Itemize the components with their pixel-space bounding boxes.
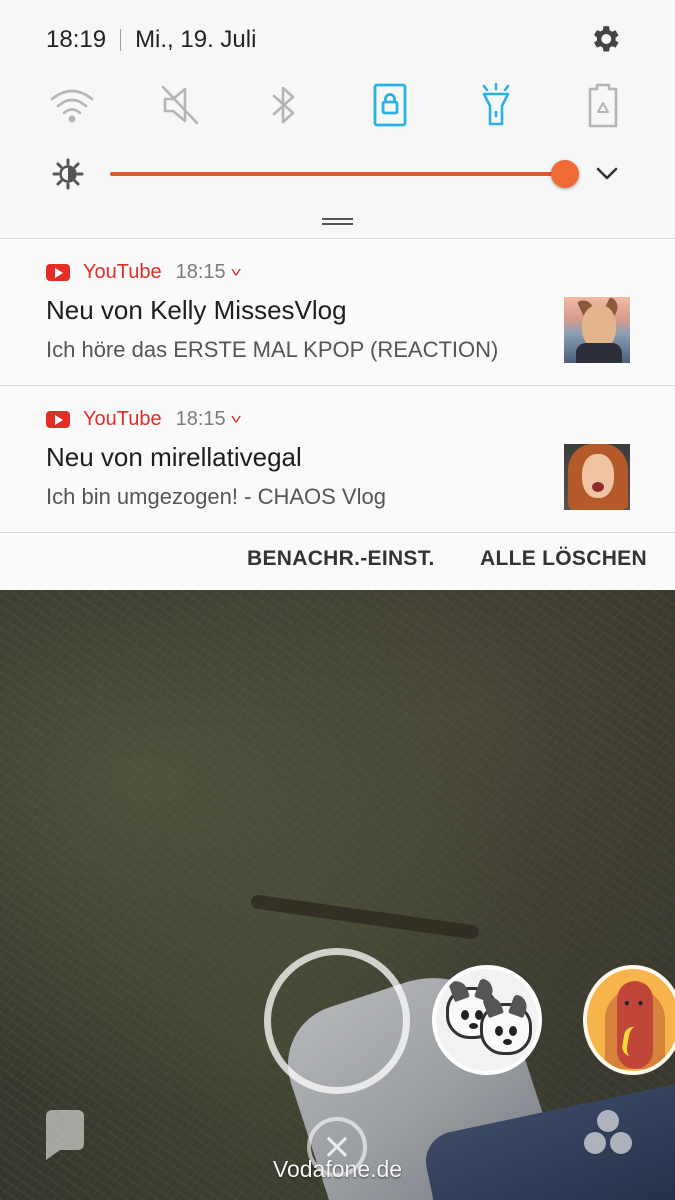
notification-time: 18:15 xyxy=(175,407,226,430)
rotation-lock-icon[interactable] xyxy=(365,80,415,130)
expand-chevron-icon[interactable]: ˅ xyxy=(230,264,241,280)
brightness-icon[interactable] xyxy=(52,158,84,190)
carrier-label: Vodafone.de xyxy=(272,1156,403,1182)
app-name: YouTube xyxy=(83,260,162,283)
notification-header: YouTube 18:15 ˅ xyxy=(46,259,241,285)
camera-viewfinder: •• × Vodafone.de xyxy=(0,590,675,1200)
youtube-icon xyxy=(46,263,70,281)
notification-list: YouTube 18:15 ˅ Neu von Kelly MissesVlog… xyxy=(0,238,675,533)
shutter-button[interactable] xyxy=(264,948,410,1094)
video-thumbnail xyxy=(564,444,630,510)
notification-time: 18:15 xyxy=(175,260,226,283)
divider xyxy=(120,29,122,51)
clock: 18:19 xyxy=(46,26,107,53)
notification-shade: 18:19 Mi., 19. Juli xyxy=(0,0,675,240)
lens-dogs-filter[interactable] xyxy=(432,965,542,1075)
discover-icon[interactable] xyxy=(582,1110,634,1158)
clear-all-button[interactable]: ALLE LÖSCHEN xyxy=(480,547,647,571)
expand-chevron-icon[interactable]: ˅ xyxy=(230,411,241,427)
notification-text: Ich höre das ERSTE MAL KPOP (REACTION) xyxy=(46,337,499,362)
status-row: 18:19 Mi., 19. Juli xyxy=(46,22,256,58)
lens-hotdog-filter[interactable]: •• xyxy=(583,965,675,1075)
quick-settings-row xyxy=(0,80,675,130)
dog-face-icon xyxy=(480,993,532,1055)
notification-actions-bar: BENACHR.-EINST. ALLE LÖSCHEN xyxy=(0,532,675,590)
settings-gear-icon[interactable] xyxy=(588,22,622,56)
notification-title: Neu von Kelly MissesVlog xyxy=(46,295,347,325)
notification-item[interactable]: YouTube 18:15 ˅ Neu von Kelly MissesVlog… xyxy=(0,239,675,386)
notification-title: Neu von mirellativegal xyxy=(46,442,302,472)
hotdog-icon: •• xyxy=(623,997,651,1011)
brightness-slider-track[interactable] xyxy=(110,172,565,176)
bluetooth-icon[interactable] xyxy=(259,80,309,130)
mute-icon[interactable] xyxy=(155,80,205,130)
notification-settings-button[interactable]: BENACHR.-EINST. xyxy=(247,547,435,571)
notification-item[interactable]: YouTube 18:15 ˅ Neu von mirellativegal I… xyxy=(0,386,675,533)
notification-header: YouTube 18:15 ˅ xyxy=(46,406,241,432)
battery-recycle-icon[interactable] xyxy=(578,80,628,130)
brightness-row xyxy=(0,152,675,196)
notification-text: Ich bin umgezogen! - CHAOS Vlog xyxy=(46,484,386,509)
wifi-icon[interactable] xyxy=(47,80,97,130)
brightness-slider-thumb[interactable] xyxy=(551,160,579,188)
date: Mi., 19. Juli xyxy=(135,26,257,53)
flashlight-icon[interactable] xyxy=(471,80,521,130)
drag-handle[interactable] xyxy=(322,218,353,225)
chat-icon[interactable] xyxy=(46,1110,84,1160)
chevron-down-icon[interactable] xyxy=(594,160,620,186)
youtube-icon xyxy=(46,410,70,428)
video-thumbnail xyxy=(564,297,630,363)
app-name: YouTube xyxy=(83,407,162,430)
